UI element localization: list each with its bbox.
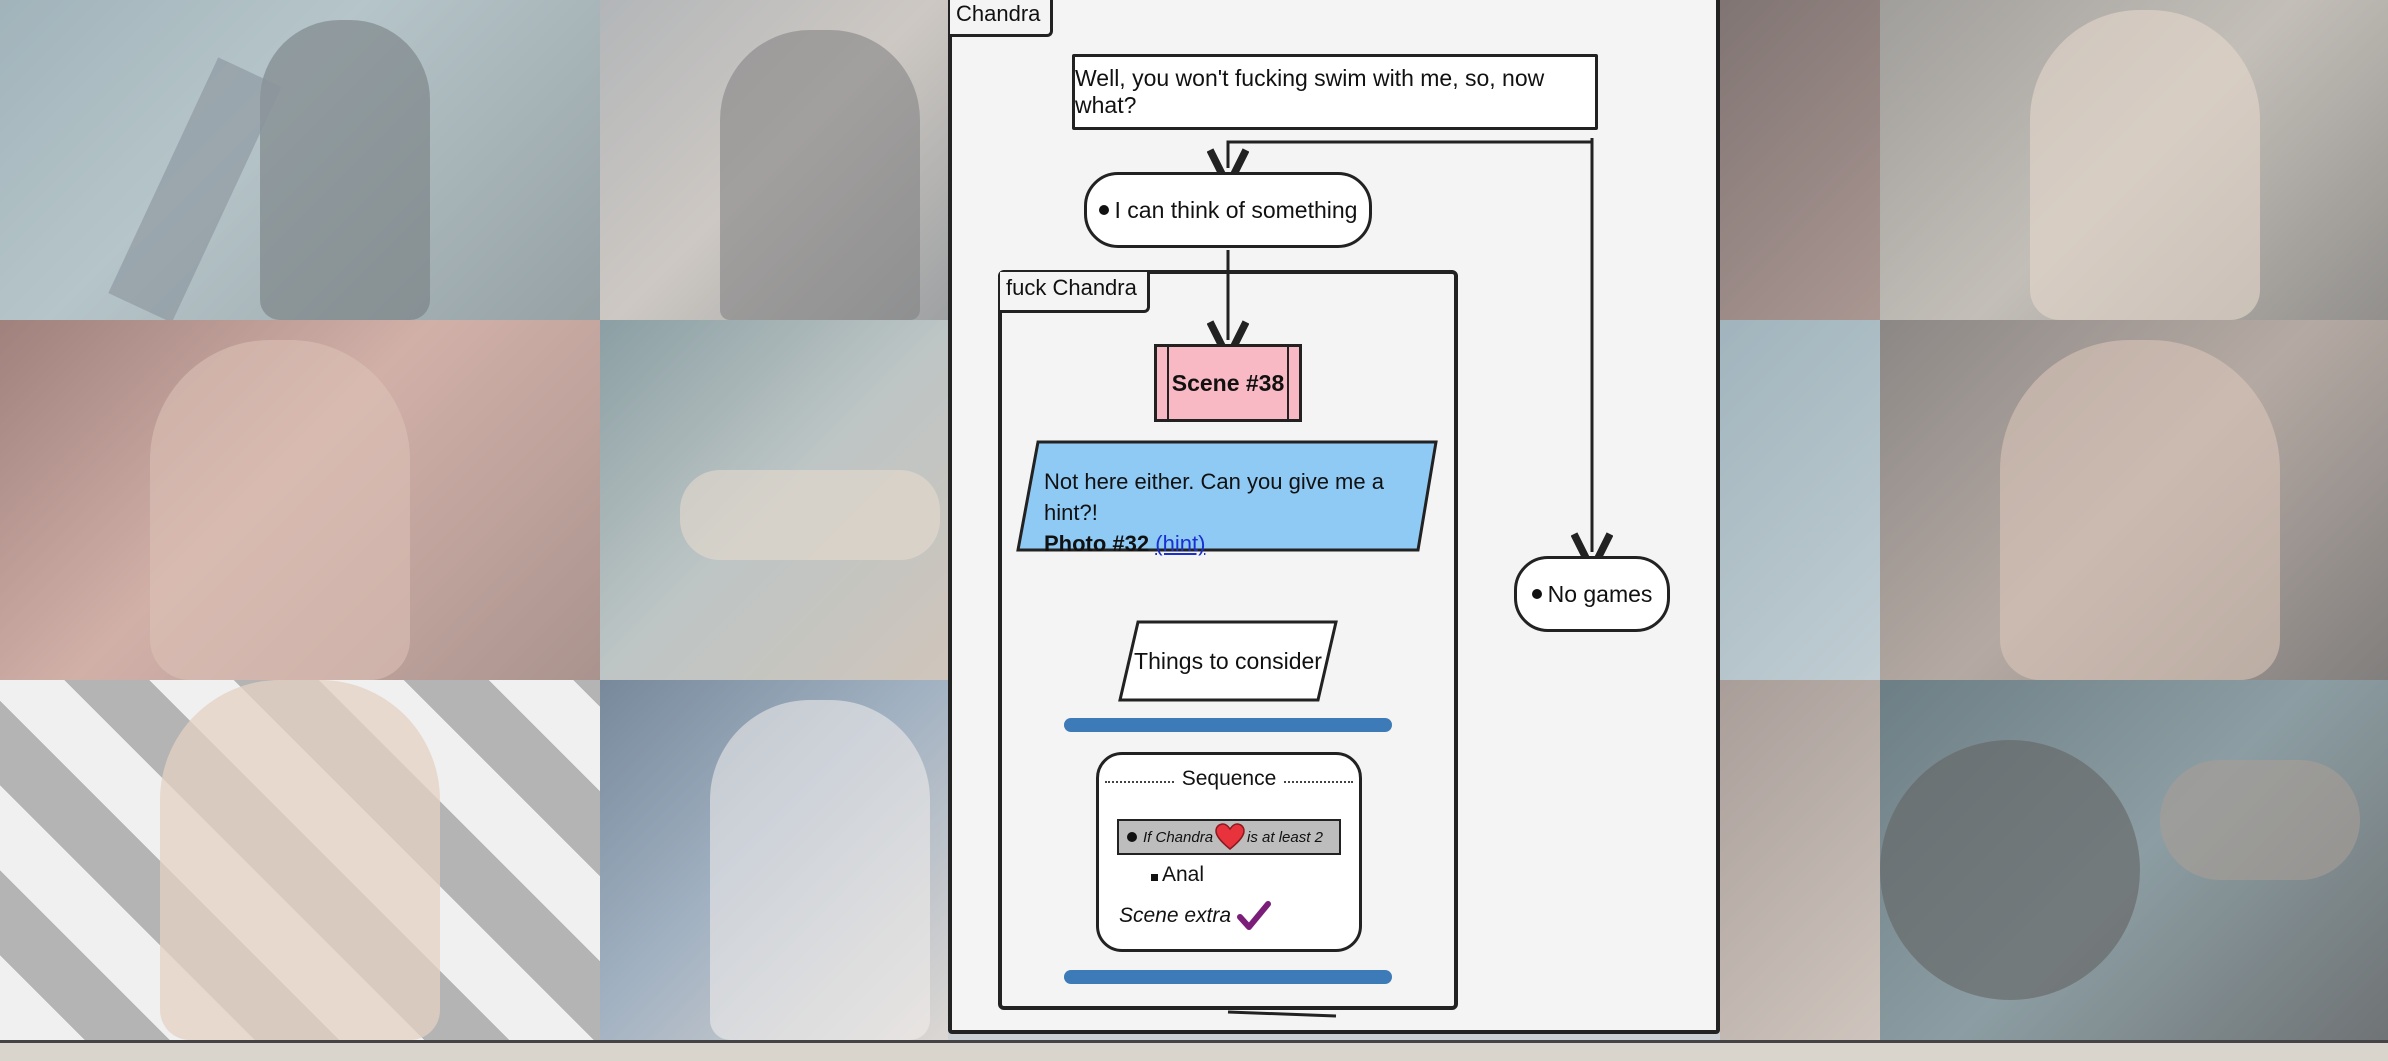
- scene-node[interactable]: Scene #38: [1154, 344, 1302, 422]
- hint-link[interactable]: (hint): [1155, 531, 1205, 556]
- condition-suffix: is at least 2: [1247, 828, 1323, 846]
- note-line: Not here either. Can you give me a hint?…: [1044, 469, 1384, 525]
- choice-node-no-games[interactable]: No games: [1514, 556, 1670, 632]
- group-title: fuck Chandra: [1000, 272, 1150, 313]
- bullet-icon: [1531, 589, 1542, 599]
- condition-prefix: If Chandra: [1143, 828, 1214, 846]
- prompt-node: Well, you won't fucking swim with me, so…: [1072, 54, 1598, 130]
- sequence-box: Sequence If Chandra is at least 2 Anal S…: [1096, 752, 1362, 952]
- scene-extra-label: Scene extra: [1119, 904, 1232, 927]
- square-bullet-icon: [1151, 874, 1158, 881]
- scene-extra-row: Scene extra: [1119, 901, 1272, 931]
- things-to-consider: Things to consider: [1134, 647, 1322, 674]
- frame-title: Chandra: [950, 0, 1054, 37]
- checkmark-icon: [1237, 901, 1272, 930]
- condition-row: If Chandra is at least 2: [1117, 819, 1341, 855]
- sync-bar-bottom: [1064, 970, 1392, 984]
- choice-label: No games: [1547, 580, 1653, 607]
- item-label: Anal: [1162, 863, 1205, 886]
- connector-prompt-to-choice1: [1228, 138, 1594, 168]
- note-photo-row: Photo #32 (hint): [1044, 528, 1424, 559]
- bullet-icon: [1098, 205, 1109, 215]
- photo-label: Photo #32: [1044, 531, 1150, 556]
- scene-label: Scene #38: [1171, 369, 1285, 396]
- heart-icon: [1215, 823, 1245, 850]
- choice-label: I can think of something: [1114, 196, 1358, 223]
- bottom-tick: [1227, 1010, 1337, 1018]
- note-text: Not here either. Can you give me a hint?…: [1044, 466, 1424, 559]
- sync-bar-top: [1064, 718, 1392, 732]
- bullet-icon: [1127, 832, 1137, 842]
- sequence-title: Sequence: [1099, 767, 1359, 791]
- sequence-item: Anal: [1151, 863, 1204, 887]
- choice-node-something[interactable]: I can think of something: [1084, 172, 1372, 248]
